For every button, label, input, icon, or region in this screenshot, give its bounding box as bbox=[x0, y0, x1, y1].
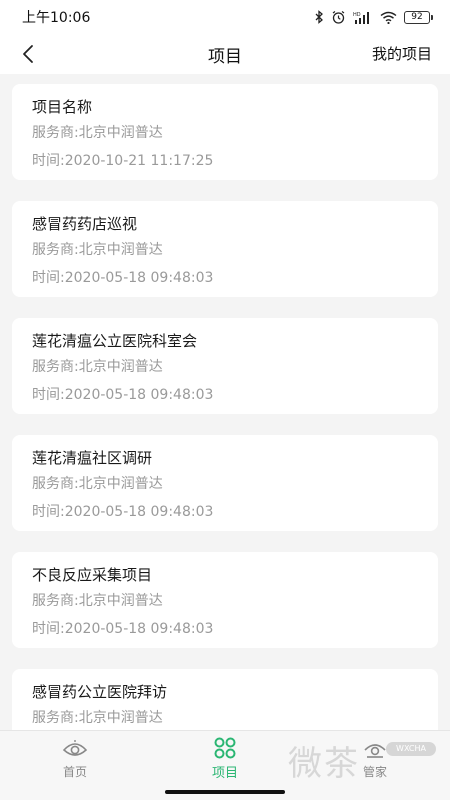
project-card[interactable]: 莲花清瘟社区调研 服务商:北京中润普达 时间:2020-05-18 09:48:… bbox=[12, 435, 438, 531]
status-time: 上午10:06 bbox=[22, 10, 91, 26]
project-provider: 服务商:北京中润普达 bbox=[32, 593, 163, 609]
alarm-icon bbox=[332, 10, 345, 24]
project-card[interactable]: 感冒药公立医院拜访 服务商:北京中润普达 bbox=[12, 669, 438, 730]
project-time: 时间:2020-05-18 09:48:03 bbox=[32, 387, 214, 403]
tab-projects[interactable]: 项目 bbox=[150, 731, 300, 786]
grid-circles-icon bbox=[214, 737, 236, 758]
project-title: 莲花清瘟公立医院科室会 bbox=[32, 332, 198, 350]
bottom-tab-bar: 首页 项目 管家 bbox=[0, 730, 450, 786]
project-card[interactable]: 莲花清瘟公立医院科室会 服务商:北京中润普达 时间:2020-05-18 09:… bbox=[12, 318, 438, 414]
page-title: 项目 bbox=[208, 46, 242, 67]
project-title: 项目名称 bbox=[32, 98, 93, 116]
project-title: 莲花清瘟社区调研 bbox=[32, 449, 153, 467]
tab-butler-label: 管家 bbox=[362, 764, 387, 779]
project-time: 时间:2020-05-18 09:48:03 bbox=[32, 270, 214, 286]
wifi-icon bbox=[380, 11, 397, 24]
status-icons: HD 92 bbox=[314, 10, 433, 25]
signal-icon: HD bbox=[353, 11, 369, 24]
chevron-left-icon bbox=[23, 45, 33, 63]
status-bar: 上午10:06 HD 92 bbox=[0, 0, 450, 34]
project-list[interactable]: 项目名称 服务商:北京中润普达 时间:2020-10-21 11:17:25 感… bbox=[0, 74, 450, 730]
svg-text:HD: HD bbox=[353, 12, 361, 18]
tab-home[interactable]: 首页 bbox=[0, 731, 150, 786]
project-card[interactable]: 不良反应采集项目 服务商:北京中润普达 时间:2020-05-18 09:48:… bbox=[12, 552, 438, 648]
back-button[interactable] bbox=[12, 38, 44, 70]
battery-icon: 92 bbox=[404, 10, 433, 24]
project-title: 感冒药公立医院拜访 bbox=[32, 683, 168, 701]
project-title: 不良反应采集项目 bbox=[32, 566, 153, 584]
tab-projects-label: 项目 bbox=[211, 765, 238, 781]
project-card[interactable]: 感冒药药店巡视 服务商:北京中润普达 时间:2020-05-18 09:48:0… bbox=[12, 201, 438, 297]
tab-butler[interactable]: 管家 bbox=[300, 731, 450, 786]
project-time: 时间:2020-05-18 09:48:03 bbox=[32, 621, 214, 637]
project-provider: 服务商:北京中润普达 bbox=[32, 476, 163, 492]
project-card[interactable]: 项目名称 服务商:北京中润普达 时间:2020-10-21 11:17:25 bbox=[12, 84, 438, 180]
project-time: 时间:2020-10-21 11:17:25 bbox=[32, 153, 214, 169]
project-provider: 服务商:北京中润普达 bbox=[32, 710, 163, 726]
bluetooth-icon bbox=[315, 10, 323, 24]
project-time: 时间:2020-05-18 09:48:03 bbox=[32, 504, 214, 520]
project-provider: 服务商:北京中润普达 bbox=[32, 359, 163, 375]
project-provider: 服务商:北京中润普达 bbox=[32, 125, 163, 141]
project-provider: 服务商:北京中润普达 bbox=[32, 242, 163, 258]
butler-icon bbox=[364, 743, 386, 758]
nav-bar: 项目 我的项目 bbox=[0, 34, 450, 74]
project-title: 感冒药药店巡视 bbox=[32, 215, 138, 233]
eye-icon bbox=[62, 739, 88, 756]
home-indicator[interactable] bbox=[165, 790, 285, 794]
tab-home-label: 首页 bbox=[62, 764, 87, 779]
gesture-area bbox=[0, 786, 450, 800]
my-projects-button[interactable]: 我的项目 bbox=[372, 34, 432, 74]
